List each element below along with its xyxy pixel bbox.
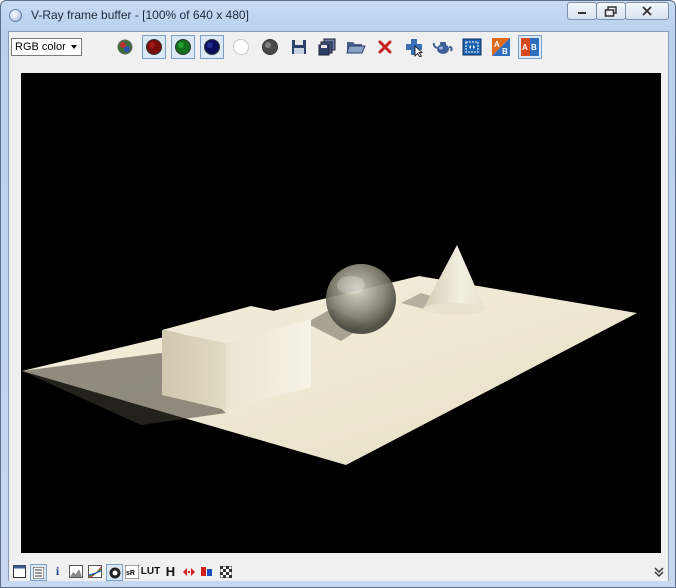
- lut-label: LUT: [140, 566, 161, 577]
- sphere-highlight: [337, 276, 365, 294]
- ab-compare-vertical-icon: AB: [521, 38, 539, 56]
- window-title: V-Ray frame buffer - [100% of 640 x 480]: [31, 8, 249, 22]
- green-channel-button[interactable]: [171, 35, 195, 59]
- chevron-down-icon: [71, 45, 77, 49]
- blue-channel-icon: [204, 39, 220, 55]
- region-render-icon: [462, 38, 482, 56]
- blue-channel-button[interactable]: [200, 35, 224, 59]
- ab-compare-vertical-button[interactable]: AB: [518, 35, 542, 59]
- region-render-button[interactable]: [460, 35, 484, 59]
- info-icon: i: [55, 564, 60, 578]
- ab-compare-horizontal-button[interactable]: AB: [489, 35, 513, 59]
- srgb-icon: sR: [124, 564, 139, 579]
- minimize-button[interactable]: [567, 2, 597, 20]
- render-button[interactable]: [431, 35, 455, 59]
- channel-select[interactable]: RGB color: [11, 38, 82, 56]
- clear-x-icon: [378, 40, 392, 54]
- checker-icon: [219, 565, 232, 578]
- cone-base: [423, 303, 485, 315]
- color-clamp-icon: [200, 567, 212, 576]
- glass-sphere: [326, 264, 396, 334]
- folder-open-icon: [346, 42, 366, 54]
- vfb-window: V-Ray frame buffer - [100% of 640 x 480]…: [0, 0, 676, 588]
- ab-compare-horizontal-icon: AB: [492, 38, 510, 56]
- svg-text:B: B: [531, 43, 537, 52]
- stereo-button[interactable]: [181, 564, 196, 579]
- alpha-channel-icon: [233, 39, 249, 55]
- aperture-icon: [109, 567, 120, 578]
- red-channel-icon: [146, 39, 162, 55]
- rendered-scene: [22, 245, 637, 465]
- h-label: H: [165, 564, 176, 579]
- render-view-area: [10, 64, 667, 556]
- monochrome-button[interactable]: [258, 35, 282, 59]
- expand-panel-button[interactable]: [651, 564, 666, 579]
- exposure-button[interactable]: [106, 564, 123, 581]
- teapot-icon: [432, 42, 453, 54]
- maximize-button[interactable]: [596, 2, 626, 20]
- close-icon: [642, 6, 652, 16]
- double-chevron-down-icon: [653, 566, 664, 577]
- clear-image-button[interactable]: [373, 35, 397, 59]
- histogram-icon: [68, 565, 83, 578]
- hsv-button[interactable]: H: [163, 564, 178, 579]
- svg-text:A: A: [522, 43, 528, 52]
- app-icon[interactable]: [9, 9, 22, 22]
- svg-text:sR: sR: [126, 570, 135, 577]
- status-bar: i sR LUT H: [9, 561, 668, 581]
- caption-buttons: [567, 2, 669, 20]
- track-mouse-button[interactable]: [402, 35, 426, 59]
- test-resolution-button[interactable]: [218, 564, 233, 579]
- curve-icon: [87, 565, 102, 578]
- levels-button[interactable]: [68, 564, 83, 579]
- lut-button[interactable]: LUT: [140, 564, 161, 579]
- title-bar[interactable]: V-Ray frame buffer - [100% of 640 x 480]: [1, 1, 675, 29]
- save-image-button[interactable]: [287, 35, 311, 59]
- red-channel-button[interactable]: [142, 35, 166, 59]
- window-icon: [13, 565, 26, 578]
- crosshair-cursor-icon: [406, 39, 424, 57]
- close-button[interactable]: [625, 2, 669, 20]
- restore-icon: [604, 5, 617, 17]
- minimize-icon: [578, 12, 586, 14]
- red-arrows-icon: [182, 567, 195, 576]
- load-image-button[interactable]: [344, 35, 368, 59]
- save-image-icon: [292, 40, 306, 54]
- green-channel-icon: [175, 39, 191, 55]
- monochrome-icon: [262, 39, 278, 55]
- save-all-channels-button[interactable]: [315, 35, 339, 59]
- save-all-channels-icon: [318, 38, 336, 56]
- cone: [423, 245, 485, 309]
- rendered-image: [21, 73, 661, 553]
- show-history-button[interactable]: [12, 564, 27, 579]
- srgb-button[interactable]: sR: [124, 564, 139, 579]
- list-settings-icon: [33, 566, 44, 579]
- pixel-info-button[interactable]: i: [50, 564, 65, 579]
- toolbar: RGB color A B A B: [9, 32, 668, 62]
- svg-text:B: B: [502, 47, 508, 56]
- svg-text:A: A: [494, 40, 500, 49]
- rgb-channels-icon: [117, 39, 133, 55]
- curve-button[interactable]: [87, 564, 102, 579]
- alpha-channel-button[interactable]: [229, 35, 253, 59]
- color-clamp-button[interactable]: [199, 564, 214, 579]
- color-corrections-button[interactable]: [30, 564, 47, 581]
- rgb-channels-button[interactable]: [113, 35, 137, 59]
- frame-buffer-client: RGB color A B A B i sR LUT H: [8, 31, 669, 581]
- channel-select-value: RGB color: [15, 41, 66, 53]
